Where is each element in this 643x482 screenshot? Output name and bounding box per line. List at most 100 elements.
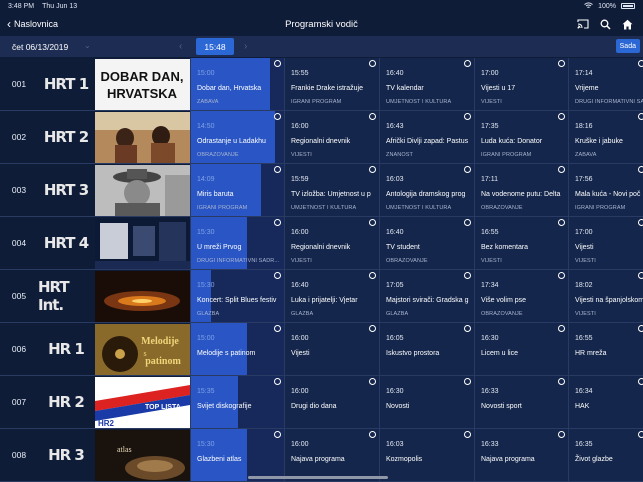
program-cell[interactable]: 16:40 Luka i prijatelji: Vjetar GLAZBA	[284, 270, 379, 322]
program-cell[interactable]: 17:05 Majstori svirači: Gradska g GLAZBA	[379, 270, 474, 322]
reminder-icon[interactable]	[558, 60, 565, 67]
program-cell[interactable]: 16:00 Regionalni dnevnik VIJESTI	[284, 217, 379, 269]
time-next-button[interactable]: ›	[244, 41, 247, 52]
reminder-icon[interactable]	[558, 113, 565, 120]
program-cell[interactable]: 16:30 Licem u lice	[474, 323, 568, 375]
program-cell[interactable]: 16:00 Drugi dio dana	[284, 376, 379, 428]
reminder-icon[interactable]	[464, 60, 471, 67]
program-thumbnail[interactable]: Melodije s patinom	[95, 324, 190, 375]
program-cell-current[interactable]: 15:30 U mreži Prvog DRUGI INFORMATIVNI S…	[190, 217, 284, 269]
channel-logo[interactable]: HRT 2	[38, 111, 94, 163]
reminder-icon[interactable]	[558, 431, 565, 438]
reminder-icon[interactable]	[558, 219, 565, 226]
program-cell[interactable]: 16:00 Vijesti	[284, 323, 379, 375]
program-cell[interactable]: 17:34 Više volim pse OBRAZOVANJE	[474, 270, 568, 322]
reminder-icon[interactable]	[369, 219, 376, 226]
reminder-icon[interactable]	[464, 272, 471, 279]
reminder-icon[interactable]	[558, 378, 565, 385]
program-cell[interactable]: 18:02 Vijesti na španjolskom VIJESTI	[568, 270, 643, 322]
reminder-icon[interactable]	[369, 60, 376, 67]
program-cell[interactable]: 16:33 Novosti sport	[474, 376, 568, 428]
reminder-icon[interactable]	[638, 272, 643, 279]
reminder-icon[interactable]	[274, 113, 281, 120]
program-thumbnail[interactable]: TOP LISTA HR2	[95, 377, 190, 428]
program-cell[interactable]: 16:05 Iskustvo prostora	[379, 323, 474, 375]
reminder-icon[interactable]	[638, 378, 643, 385]
channel-logo[interactable]: HR 1	[38, 323, 94, 375]
date-selector[interactable]: čet 06/13/2019	[0, 42, 95, 52]
program-cell[interactable]: 17:35 Luda kuća: Donator IGRANI PROGRAM	[474, 111, 568, 163]
program-cell[interactable]: 16:03 Antologija dramskog prog UMJETNOST…	[379, 164, 474, 216]
reminder-icon[interactable]	[274, 272, 281, 279]
program-cell[interactable]: 16:30 Novosti	[379, 376, 474, 428]
program-thumbnail[interactable]: atlas	[95, 430, 190, 481]
program-cell[interactable]: 17:00 Vijesti u 17 VIJESTI	[474, 58, 568, 110]
program-cell[interactable]: 16:03 Kozmopolis	[379, 429, 474, 481]
reminder-icon[interactable]	[369, 113, 376, 120]
reminder-icon[interactable]	[638, 166, 643, 173]
reminder-icon[interactable]	[558, 166, 565, 173]
reminder-icon[interactable]	[558, 272, 565, 279]
program-thumbnail[interactable]	[95, 165, 190, 216]
reminder-icon[interactable]	[464, 325, 471, 332]
reminder-icon[interactable]	[369, 378, 376, 385]
channel-logo[interactable]: HR 2	[38, 376, 94, 428]
reminder-icon[interactable]	[464, 431, 471, 438]
program-cell-current[interactable]: 14:50 Odrastanje u Ladakhu OBRAZOVANJE	[190, 111, 284, 163]
program-cell[interactable]: 16:55 HR mreža	[568, 323, 643, 375]
reminder-icon[interactable]	[464, 219, 471, 226]
now-button[interactable]: Sada	[615, 39, 640, 53]
back-button[interactable]: ‹ Naslovnica	[0, 18, 58, 30]
program-cell[interactable]: 16:34 HAK	[568, 376, 643, 428]
reminder-icon[interactable]	[274, 60, 281, 67]
channel-logo[interactable]: HRT 1	[38, 58, 94, 110]
reminder-icon[interactable]	[638, 325, 643, 332]
reminder-icon[interactable]	[558, 325, 565, 332]
reminder-icon[interactable]	[369, 431, 376, 438]
program-cell[interactable]: 16:00 Regionalni dnevnik VIJESTI	[284, 111, 379, 163]
time-prev-button[interactable]: ‹	[179, 41, 182, 52]
reminder-icon[interactable]	[638, 113, 643, 120]
program-cell[interactable]: 16:40 TV student OBRAZOVANJE	[379, 217, 474, 269]
reminder-icon[interactable]	[464, 166, 471, 173]
reminder-icon[interactable]	[638, 431, 643, 438]
channel-logo[interactable]: HRT 3	[38, 164, 94, 216]
reminder-icon[interactable]	[369, 272, 376, 279]
program-cell[interactable]: 16:00 Najava programa	[284, 429, 379, 481]
chevron-down-icon[interactable]: ⌄	[84, 41, 91, 50]
program-cell-current[interactable]: 15:30 Koncert: Split Blues festiv GLAZBA	[190, 270, 284, 322]
program-thumbnail[interactable]: DOBAR DAN, HRVATSKA	[95, 59, 190, 110]
reminder-icon[interactable]	[464, 113, 471, 120]
reminder-icon[interactable]	[464, 378, 471, 385]
program-cell[interactable]: 17:56 Mala kuća - Novi poč IGRANI PROGRA…	[568, 164, 643, 216]
program-cell-current[interactable]: 15:00 Melodije s patinom	[190, 323, 284, 375]
program-cell[interactable]: 17:14 Vrijeme DRUGI INFORMATIVNI SADR...	[568, 58, 643, 110]
program-thumbnail[interactable]	[95, 218, 190, 269]
program-thumbnail[interactable]	[95, 112, 190, 163]
program-cell-current[interactable]: 15:35 Svijet diskografije	[190, 376, 284, 428]
channel-logo[interactable]: HRT 4	[38, 217, 94, 269]
program-cell-current[interactable]: 15:00 Dobar dan, Hrvatska ZABAVA	[190, 58, 284, 110]
program-cell[interactable]: 16:43 Afrički Divlji zapad: Pastus ZNANO…	[379, 111, 474, 163]
reminder-icon[interactable]	[274, 219, 281, 226]
reminder-icon[interactable]	[369, 325, 376, 332]
current-time-pill[interactable]: 15:48	[196, 38, 234, 55]
program-cell[interactable]: 15:59 TV izložba: Umjetnost u p UMJETNOS…	[284, 164, 379, 216]
program-cell[interactable]: 16:33 Najava programa	[474, 429, 568, 481]
program-cell[interactable]: 16:55 Bez komentara VIJESTI	[474, 217, 568, 269]
program-thumbnail[interactable]	[95, 271, 190, 322]
channel-logo[interactable]: HR 3	[38, 429, 94, 481]
program-cell[interactable]: 16:40 TV kalendar UMJETNOST I KULTURA	[379, 58, 474, 110]
reminder-icon[interactable]	[369, 166, 376, 173]
cast-icon[interactable]	[577, 19, 589, 29]
program-cell[interactable]: 16:35 Život glazbe	[568, 429, 643, 481]
reminder-icon[interactable]	[638, 219, 643, 226]
program-cell[interactable]: 17:11 Na vodenome putu: Delta OBRAZOVANJ…	[474, 164, 568, 216]
reminder-icon[interactable]	[274, 166, 281, 173]
program-cell[interactable]: 15:55 Frankie Drake istražuje IGRANI PRO…	[284, 58, 379, 110]
reminder-icon[interactable]	[274, 431, 281, 438]
search-icon[interactable]	[600, 19, 611, 30]
program-cell-current[interactable]: 14:09 Miris baruta IGRANI PROGRAM	[190, 164, 284, 216]
reminder-icon[interactable]	[274, 378, 281, 385]
program-cell[interactable]: 17:00 Vijesti VIJESTI	[568, 217, 643, 269]
